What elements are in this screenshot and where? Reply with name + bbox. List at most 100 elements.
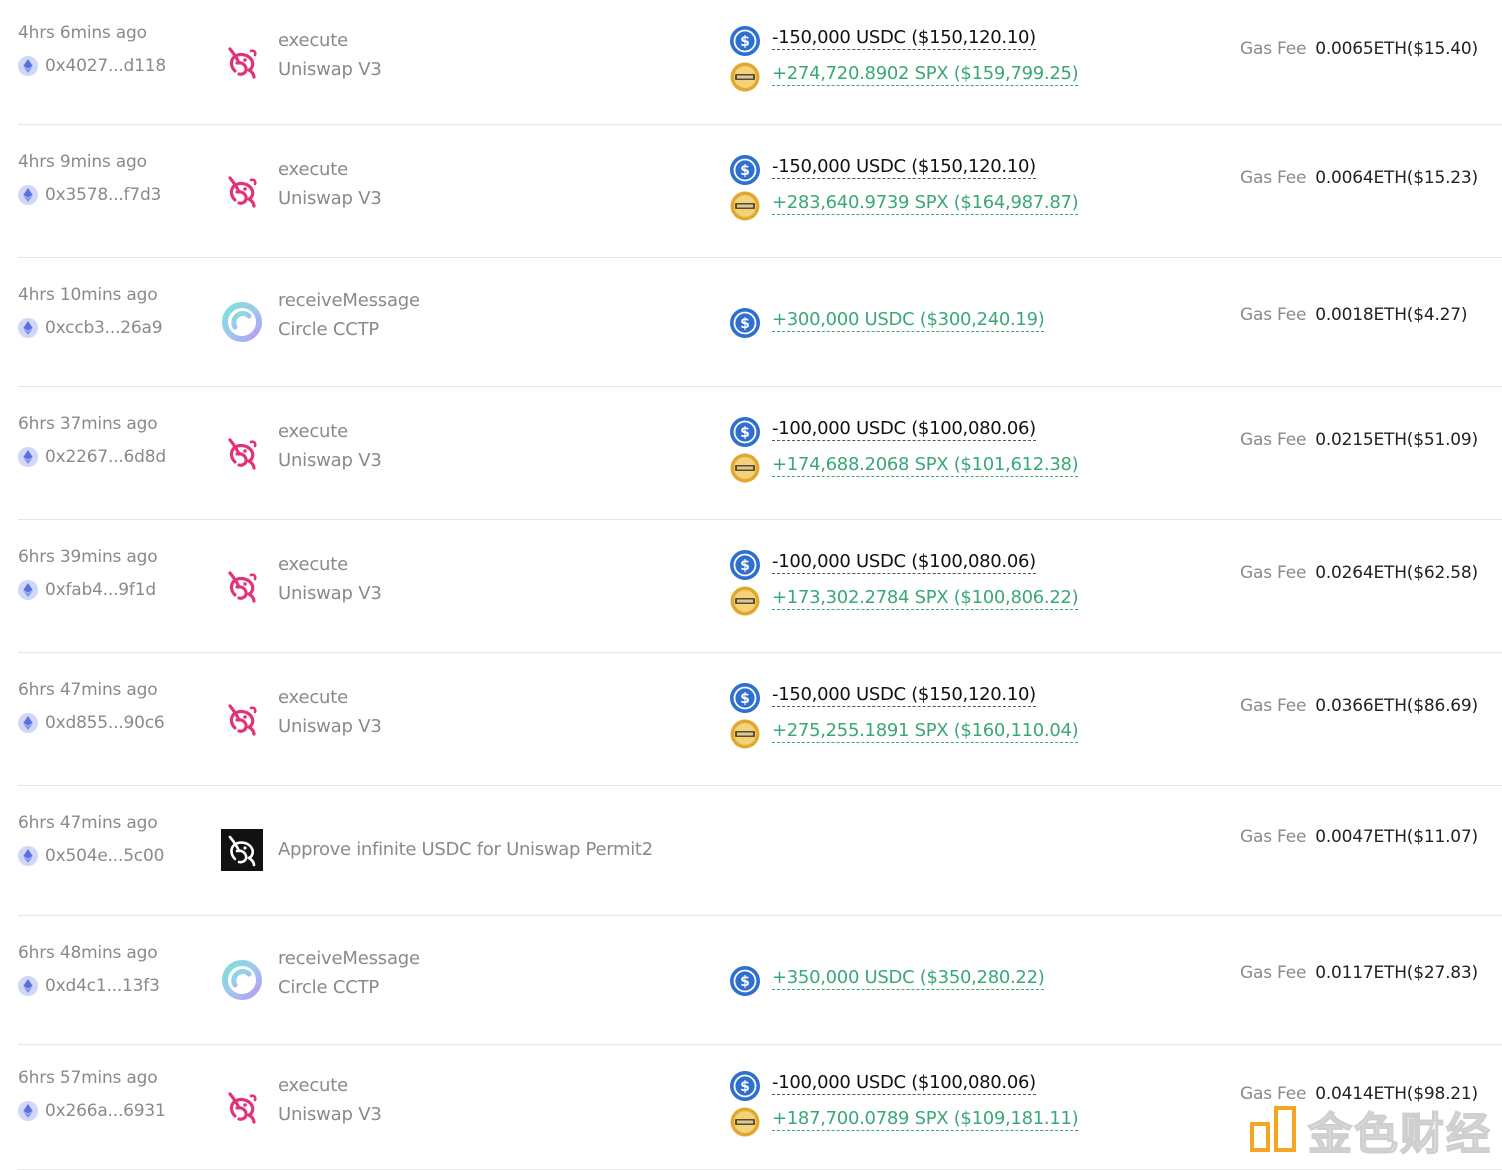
token-amount-link[interactable]: -150,000 USDC ($150,120.10) [772,156,1036,179]
token-amount-link[interactable]: -100,000 USDC ($100,080.06) [772,551,1036,574]
tx-hash-link[interactable]: 0x504e...5c00 [18,846,164,866]
transaction-row[interactable]: 4hrs 6mins ago 0x4027...d118 execute Uni… [18,0,1502,125]
gas-fee-label: Gas Fee [1240,429,1307,450]
gas-fee-label: Gas Fee [1240,827,1307,847]
usdc-token-icon: $ [730,25,760,56]
token-amount-link[interactable]: -100,000 USDC ($100,080.06) [772,418,1036,441]
tx-hash-link[interactable]: 0xd855...90c6 [18,712,165,733]
gas-fee: Gas Fee 0.0018ETH($4.27) [1240,304,1468,325]
watermark-text: 金色财经 [1307,1108,1492,1161]
ethereum-icon [18,579,38,600]
protocol-name[interactable]: Uniswap V3 [278,716,382,737]
gas-fee: Gas Fee 0.0264ETH($62.58) [1240,563,1478,583]
token-amount-link[interactable]: -150,000 USDC ($150,120.10) [772,27,1036,50]
gas-fee-label: Gas Fee [1240,167,1307,188]
spx-token-icon [730,453,760,483]
tx-hash-link[interactable]: 0xccb3...26a9 [18,317,163,338]
gas-fee: Gas Fee 0.0065ETH($15.40) [1240,39,1478,59]
protocol-name[interactable]: Circle CCTP [278,977,379,998]
ethereum-icon [18,975,38,996]
transaction-row[interactable]: 4hrs 9mins ago 0x3578...f7d3 execute Uni… [18,125,1502,258]
tx-hash[interactable]: 0x2267...6d8d [45,447,166,467]
svg-text:$: $ [740,974,750,990]
tx-time: 6hrs 47mins ago [18,813,158,833]
tx-hash[interactable]: 0x3578...f7d3 [45,185,161,205]
protocol-name[interactable]: Uniswap V3 [278,1104,382,1125]
tx-time: 6hrs 39mins ago [18,546,158,567]
tx-hash-link[interactable]: 0xfab4...9f1d [18,579,156,600]
gas-fee-value: 0.0065ETH($15.40) [1315,38,1478,59]
uniswap-icon [221,829,263,871]
usdc-token-icon: $ [730,682,760,713]
tx-hash[interactable]: 0x4027...d118 [45,56,166,76]
gas-fee-value: 0.0264ETH($62.58) [1315,562,1478,583]
gas-fee-label: Gas Fee [1240,962,1307,983]
tx-hash[interactable]: 0xfab4...9f1d [45,580,156,600]
method-name: execute [278,553,348,575]
gas-fee: Gas Fee 0.0047ETH($11.07) [1240,827,1478,847]
token-amount-link[interactable]: +174,688.2068 SPX ($101,612.38) [772,454,1079,477]
tx-hash-link[interactable]: 0xd4c1...13f3 [18,975,160,996]
tx-time: 6hrs 47mins ago [18,679,158,700]
tx-hash-link[interactable]: 0x3578...f7d3 [18,184,161,205]
gas-fee-value: 0.0117ETH($27.83) [1315,962,1478,983]
token-amount-link[interactable]: -150,000 USDC ($150,120.10) [772,684,1036,707]
uniswap-icon [221,698,263,740]
token-amount-link[interactable]: +300,000 USDC ($300,240.19) [772,309,1045,332]
gas-fee: Gas Fee 0.0366ETH($86.69) [1240,696,1478,716]
transaction-row[interactable]: 4hrs 10mins ago 0xccb3...26a9 receiveMes… [18,258,1502,387]
protocol-name[interactable]: Uniswap V3 [278,188,382,209]
protocol-name[interactable]: Circle CCTP [278,319,379,340]
transaction-row[interactable]: 6hrs 39mins ago 0xfab4...9f1d execute Un… [18,520,1502,653]
gas-fee: Gas Fee 0.0064ETH($15.23) [1240,168,1478,188]
gas-fee-value: 0.0366ETH($86.69) [1315,695,1478,716]
protocol-name[interactable]: Uniswap V3 [278,450,382,471]
watermark: 金色财经 [1248,1098,1492,1162]
tx-time: 6hrs 37mins ago [18,413,158,434]
watermark-logo-icon [1248,1104,1300,1156]
usdc-token-icon: $ [730,1070,760,1101]
transaction-row[interactable]: 6hrs 48mins ago 0xd4c1...13f3 receiveMes… [18,916,1502,1045]
token-amount-link[interactable]: +283,640.9739 SPX ($164,987.87) [772,192,1079,215]
protocol-name[interactable]: Uniswap V3 [278,583,382,604]
tx-hash[interactable]: 0xd855...90c6 [45,713,165,733]
svg-text:$: $ [740,316,750,332]
token-amount-link[interactable]: -100,000 USDC ($100,080.06) [772,1072,1036,1095]
usdc-token-icon: $ [730,307,760,338]
token-amount-link[interactable]: +350,000 USDC ($350,280.22) [772,967,1045,990]
tx-time: 6hrs 57mins ago [18,1067,158,1088]
method-name: execute [278,1074,348,1096]
transaction-row[interactable]: 6hrs 37mins ago 0x2267...6d8d execute Un… [18,387,1502,520]
gas-fee-label: Gas Fee [1240,304,1307,325]
gas-fee-value: 0.0047ETH($11.07) [1315,827,1478,847]
tx-hash-link[interactable]: 0x266a...6931 [18,1100,166,1121]
tx-time: 4hrs 9mins ago [18,151,147,172]
token-amount-link[interactable]: +173,302.2784 SPX ($100,806.22) [772,587,1079,610]
token-amount-link[interactable]: +274,720.8902 SPX ($159,799.25) [772,63,1079,86]
ethereum-icon [18,846,38,866]
circle-cctp-icon [221,959,263,1001]
spx-token-icon [730,586,760,616]
gas-fee-value: 0.0018ETH($4.27) [1315,304,1468,325]
tx-hash[interactable]: 0xccb3...26a9 [45,318,163,338]
protocol-name[interactable]: Uniswap V3 [278,59,382,80]
token-amount-link[interactable]: +275,255.1891 SPX ($160,110.04) [772,720,1079,743]
tx-hash[interactable]: 0x504e...5c00 [45,846,164,866]
token-amount-link[interactable]: +187,700.0789 SPX ($109,181.11) [772,1108,1079,1131]
tx-hash-link[interactable]: 0x2267...6d8d [18,446,166,467]
method-name: receiveMessage [278,947,420,969]
tx-hash[interactable]: 0x266a...6931 [45,1101,166,1121]
gas-fee-label: Gas Fee [1240,695,1307,716]
transaction-row[interactable]: 6hrs 47mins ago 0x504e...5c00 Approve in… [18,786,1502,916]
tx-hash-link[interactable]: 0x4027...d118 [18,55,166,76]
circle-cctp-icon [221,301,263,343]
gas-fee-label: Gas Fee [1240,38,1307,59]
ethereum-icon [18,712,38,733]
spx-token-icon [730,62,760,92]
uniswap-icon [221,432,263,474]
method-name: Approve infinite USDC for Uniswap Permit… [278,839,653,860]
method-name: execute [278,420,348,442]
tx-hash[interactable]: 0xd4c1...13f3 [45,976,160,996]
gas-fee-value: 0.0215ETH($51.09) [1315,429,1478,450]
transaction-row[interactable]: 6hrs 47mins ago 0xd855...90c6 execute Un… [18,653,1502,786]
